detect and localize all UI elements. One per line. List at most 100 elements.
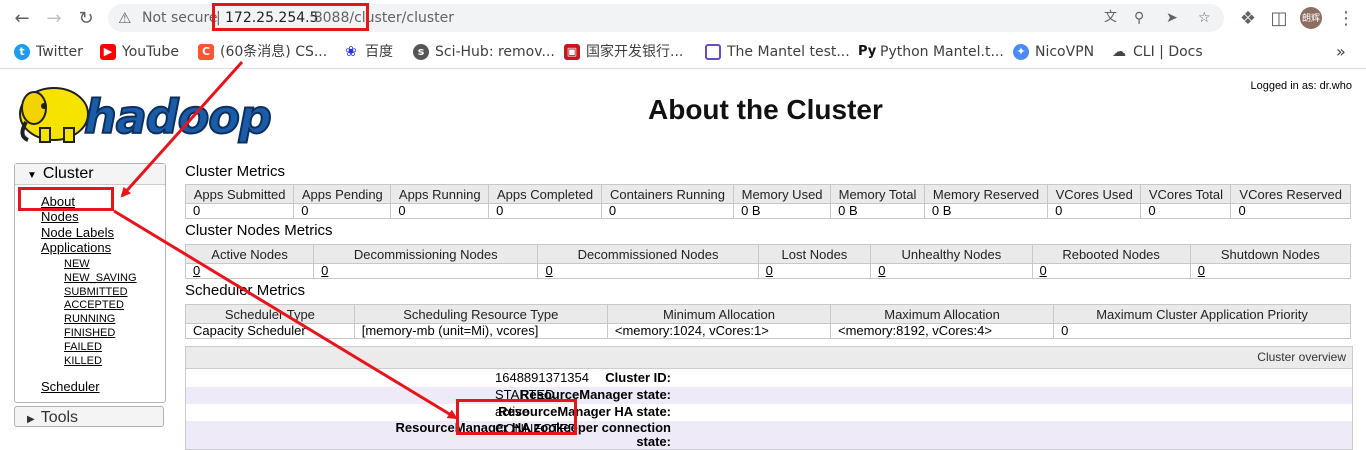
annotation-box-url: [212, 3, 369, 31]
overview-row-rm-ha-state: ResourceManager HA state: active: [186, 404, 1352, 421]
cluster-metrics-header-cell: Apps Completed: [488, 184, 602, 204]
warning-icon[interactable]: ⚠: [118, 4, 131, 32]
hadoop-logo[interactable]: hadoop: [14, 78, 289, 148]
extensions-puzzle-icon[interactable]: ❖: [1236, 6, 1260, 30]
side-panel-icon[interactable]: ◫: [1267, 6, 1291, 30]
cluster-metrics-value-cell: 0: [293, 203, 392, 219]
cluster-metrics-value-cell: 0: [184, 203, 295, 219]
cluster-metrics-value-cell: 0: [1140, 203, 1232, 219]
node-metrics-value-link[interactable]: 0: [545, 263, 552, 278]
node-metrics-table: Active Nodes Decommissioning Nodes Decommi…: [184, 244, 1352, 279]
forward-arrow-icon[interactable]: →: [42, 6, 66, 30]
sidebar-cluster-header[interactable]: ▼ Cluster: [15, 164, 165, 185]
bookmark-csdn[interactable]: C (60条消息) CS...: [198, 36, 327, 68]
cluster-metrics-title: Cluster Metrics: [185, 163, 286, 180]
scheduler-metrics-header-cell: Scheduling Resource Type: [353, 304, 608, 324]
app-state-finished[interactable]: FINISHED: [64, 327, 115, 339]
page-icon: [705, 44, 721, 60]
cloud-icon: ☁: [1111, 44, 1127, 60]
zoom-icon[interactable]: ⚲: [1134, 4, 1144, 32]
bookmark-youtube[interactable]: ▶ YouTube: [100, 36, 179, 68]
node-metrics-header-cell: Rebooted Nodes: [1031, 244, 1191, 264]
bookmark-nicovpn[interactable]: ✦ NicoVPN: [1013, 36, 1094, 68]
scheduler-metrics-value-cell: Capacity Scheduler: [185, 323, 355, 339]
csdn-icon: C: [198, 44, 214, 60]
page-title: About the Cluster: [648, 94, 883, 125]
sidebar-tools[interactable]: ▶ Tools: [14, 406, 164, 427]
sidebar-item-applications[interactable]: Applications: [41, 240, 111, 255]
scheduler-metrics-table: Scheduler Type Scheduling Resource Type Mi…: [185, 304, 1351, 339]
scheduler-metrics-value-cell: 0: [1053, 323, 1351, 339]
cluster-metrics-value-cell: 0: [1230, 203, 1351, 219]
nicovpn-icon: ✦: [1013, 44, 1029, 60]
node-metrics-header-cell: Active Nodes: [184, 244, 315, 264]
back-arrow-icon[interactable]: ←: [10, 6, 34, 30]
cluster-metrics-value-cell: 0: [1047, 203, 1142, 219]
overview-row-cluster-id: Cluster ID: 1648891371354: [186, 370, 1352, 387]
scihub-icon: s: [413, 44, 429, 60]
sidebar-item-scheduler[interactable]: Scheduler: [41, 379, 100, 394]
scheduler-metrics-value-cell: <memory:1024, vCores:1>: [606, 323, 832, 339]
cluster-metrics-header-cell: Memory Used: [733, 184, 832, 204]
translate-icon[interactable]: 文: [1104, 4, 1117, 32]
bookmark-cli-docs[interactable]: ☁ CLI | Docs: [1111, 36, 1203, 68]
twitter-bird-icon: t: [14, 44, 30, 60]
app-state-submitted[interactable]: SUBMITTED: [64, 286, 128, 298]
cluster-metrics-header-cell: Memory Reserved: [923, 184, 1049, 204]
app-state-accepted[interactable]: ACCEPTED: [64, 299, 124, 311]
py-icon: Py: [858, 44, 877, 60]
overview-row-zk-state: ResourceManager HA zookeeper connection …: [186, 421, 1352, 449]
bookmarks-overflow-icon[interactable]: »: [1336, 36, 1346, 68]
cluster-metrics-header-cell: Memory Total: [830, 184, 925, 204]
node-metrics-value-link[interactable]: 0: [1040, 263, 1047, 278]
bookmark-baidu[interactable]: ❀ 百度: [343, 36, 393, 68]
bookmark-twitter[interactable]: t Twitter: [14, 36, 83, 68]
cluster-metrics-value-cell: 0: [390, 203, 490, 219]
app-state-killed[interactable]: KILLED: [64, 355, 102, 367]
profile-avatar[interactable]: 朗辉: [1300, 7, 1322, 29]
node-metrics-value-link[interactable]: 0: [1198, 263, 1205, 278]
node-metrics-header-cell: Decommissioned Nodes: [537, 244, 759, 264]
node-metrics-value-cell: 0: [537, 263, 759, 279]
node-metrics-value-link[interactable]: 0: [193, 263, 200, 278]
youtube-icon: ▶: [100, 44, 116, 60]
send-icon[interactable]: ➤: [1166, 4, 1178, 32]
baidu-paw-icon: ❀: [343, 44, 359, 60]
security-label[interactable]: Not secure: [142, 4, 218, 32]
cluster-overview-header[interactable]: Cluster overview: [186, 347, 1352, 369]
app-state-new[interactable]: NEW: [64, 258, 90, 270]
cluster-metrics-value-cell: 0: [600, 203, 735, 219]
app-state-new-saving[interactable]: NEW_SAVING: [64, 272, 137, 284]
cluster-metrics-header-cell: VCores Used: [1047, 184, 1142, 204]
cdb-icon: ▣: [564, 44, 580, 60]
node-metrics-value-link[interactable]: 0: [321, 263, 328, 278]
cluster-metrics-header-cell: Apps Pending: [293, 184, 392, 204]
bookmark-mantel-test[interactable]: The Mantel test...: [705, 36, 850, 68]
bookmark-scihub[interactable]: s Sci-Hub: remov...: [413, 36, 555, 68]
cluster-metrics-header-cell: VCores Total: [1140, 184, 1232, 204]
sidebar-item-nodes[interactable]: Nodes: [41, 209, 79, 224]
app-state-running[interactable]: RUNNING: [64, 313, 115, 325]
app-state-failed[interactable]: FAILED: [64, 341, 102, 353]
cluster-metrics-value-cell: 0 B: [923, 203, 1049, 219]
annotation-box-ha-state: [456, 399, 577, 435]
scheduler-metrics-value-cell: [memory-mb (unit=Mi), vcores]: [353, 323, 608, 339]
cluster-metrics-value-cell: 0: [488, 203, 602, 219]
bookmark-cdb[interactable]: ▣ 国家开发银行...: [564, 36, 683, 68]
scheduler-metrics-header-cell: Maximum Allocation: [829, 304, 1055, 324]
reload-icon[interactable]: ↻: [74, 6, 98, 30]
scheduler-metrics-title: Scheduler Metrics: [185, 282, 306, 299]
annotation-box-about: [18, 187, 114, 211]
scheduler-metrics-value-cell: <memory:8192, vCores:4>: [829, 323, 1055, 339]
node-metrics-value-cell: 0: [757, 263, 872, 279]
node-metrics-value-cell: 0: [313, 263, 539, 279]
node-metrics-value-link[interactable]: 0: [766, 263, 773, 278]
scheduler-metrics-header-cell: Maximum Cluster Application Priority: [1053, 304, 1351, 324]
logged-in-label: Logged in as: dr.who: [1250, 80, 1352, 92]
bookmark-python-mantel[interactable]: Py Python Mantel.t...: [858, 36, 1004, 68]
bookmark-star-icon[interactable]: ☆: [1198, 4, 1211, 32]
hadoop-wordmark: hadoop: [83, 89, 273, 145]
sidebar-item-node-labels[interactable]: Node Labels: [41, 225, 114, 240]
node-metrics-value-link[interactable]: 0: [878, 263, 885, 278]
menu-kebab-icon[interactable]: ⋮: [1334, 6, 1358, 30]
